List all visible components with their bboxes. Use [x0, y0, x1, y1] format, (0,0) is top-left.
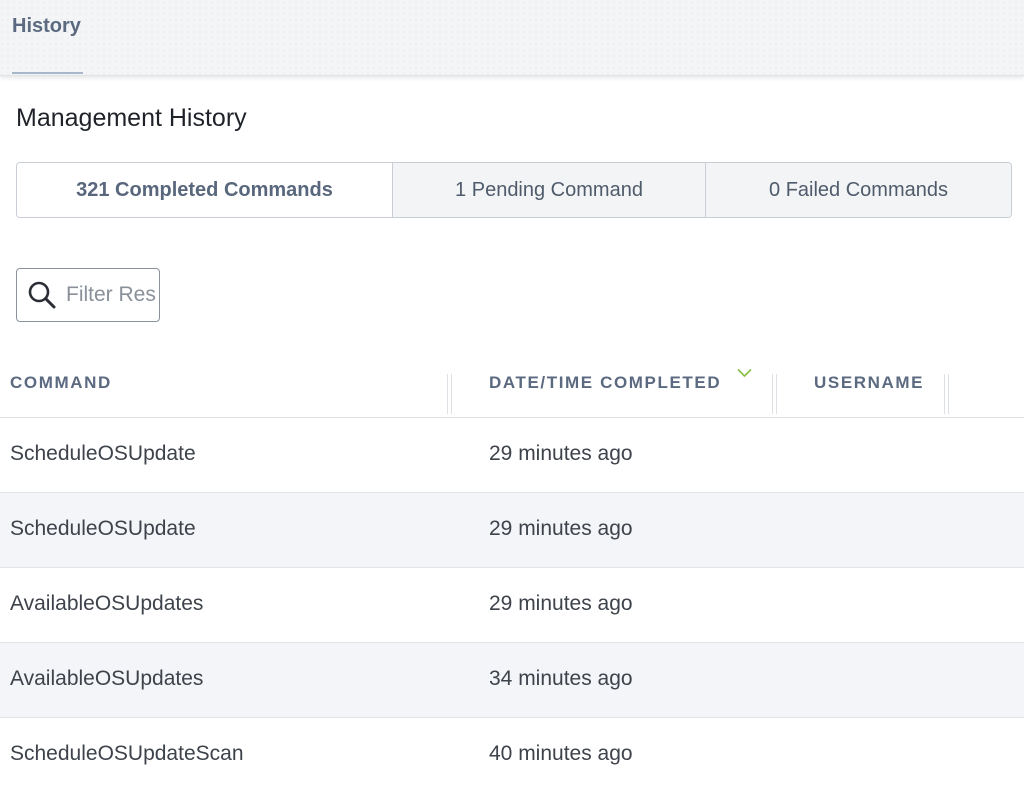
table-row[interactable]: AvailableOSUpdates 34 minutes ago: [0, 643, 1024, 718]
completed-commands-tab[interactable]: 321 Completed Commands: [17, 163, 393, 217]
table-row[interactable]: AvailableOSUpdates 29 minutes ago: [0, 568, 1024, 643]
command-status-segmented-control: 321 Completed Commands 1 Pending Command…: [16, 162, 1012, 218]
completed-cell: 40 minutes ago: [489, 742, 633, 765]
pending-commands-tab[interactable]: 1 Pending Command: [393, 163, 706, 217]
tab-history[interactable]: History: [12, 0, 83, 74]
column-header-date-completed[interactable]: DATE/TIME COMPLETED: [489, 373, 721, 393]
completed-cell: 29 minutes ago: [489, 517, 633, 540]
column-resize-handle[interactable]: [446, 374, 454, 414]
page-title: Management History: [16, 104, 247, 132]
failed-commands-tab[interactable]: 0 Failed Commands: [706, 163, 1011, 217]
completed-cell: 34 minutes ago: [489, 667, 633, 690]
tab-history-label: History: [12, 15, 81, 37]
top-tab-bar: History: [0, 0, 1024, 76]
column-resize-handle[interactable]: [771, 374, 779, 414]
completed-cell: 29 minutes ago: [489, 442, 633, 465]
chevron-down-icon[interactable]: [737, 368, 752, 378]
command-cell: AvailableOSUpdates: [10, 592, 204, 615]
column-header-username[interactable]: USERNAME: [814, 373, 924, 393]
active-tab-indicator: [12, 72, 83, 74]
command-cell: ScheduleOSUpdateScan: [10, 742, 244, 765]
command-cell: ScheduleOSUpdate: [10, 517, 196, 540]
table-row[interactable]: ScheduleOSUpdate 29 minutes ago: [0, 418, 1024, 493]
column-header-command[interactable]: COMMAND: [10, 373, 112, 393]
column-resize-handle[interactable]: [943, 374, 951, 414]
table-row[interactable]: ScheduleOSUpdateScan 40 minutes ago: [0, 718, 1024, 786]
search-icon: [28, 281, 56, 309]
filter-field[interactable]: [16, 268, 160, 322]
command-cell: AvailableOSUpdates: [10, 667, 204, 690]
filter-input[interactable]: [66, 283, 156, 307]
table-row[interactable]: ScheduleOSUpdate 29 minutes ago: [0, 493, 1024, 568]
command-cell: ScheduleOSUpdate: [10, 442, 196, 465]
completed-cell: 29 minutes ago: [489, 592, 633, 615]
history-table: COMMAND DATE/TIME COMPLETED USERNAME Sch…: [0, 344, 1024, 786]
table-header: COMMAND DATE/TIME COMPLETED USERNAME: [0, 344, 1024, 418]
